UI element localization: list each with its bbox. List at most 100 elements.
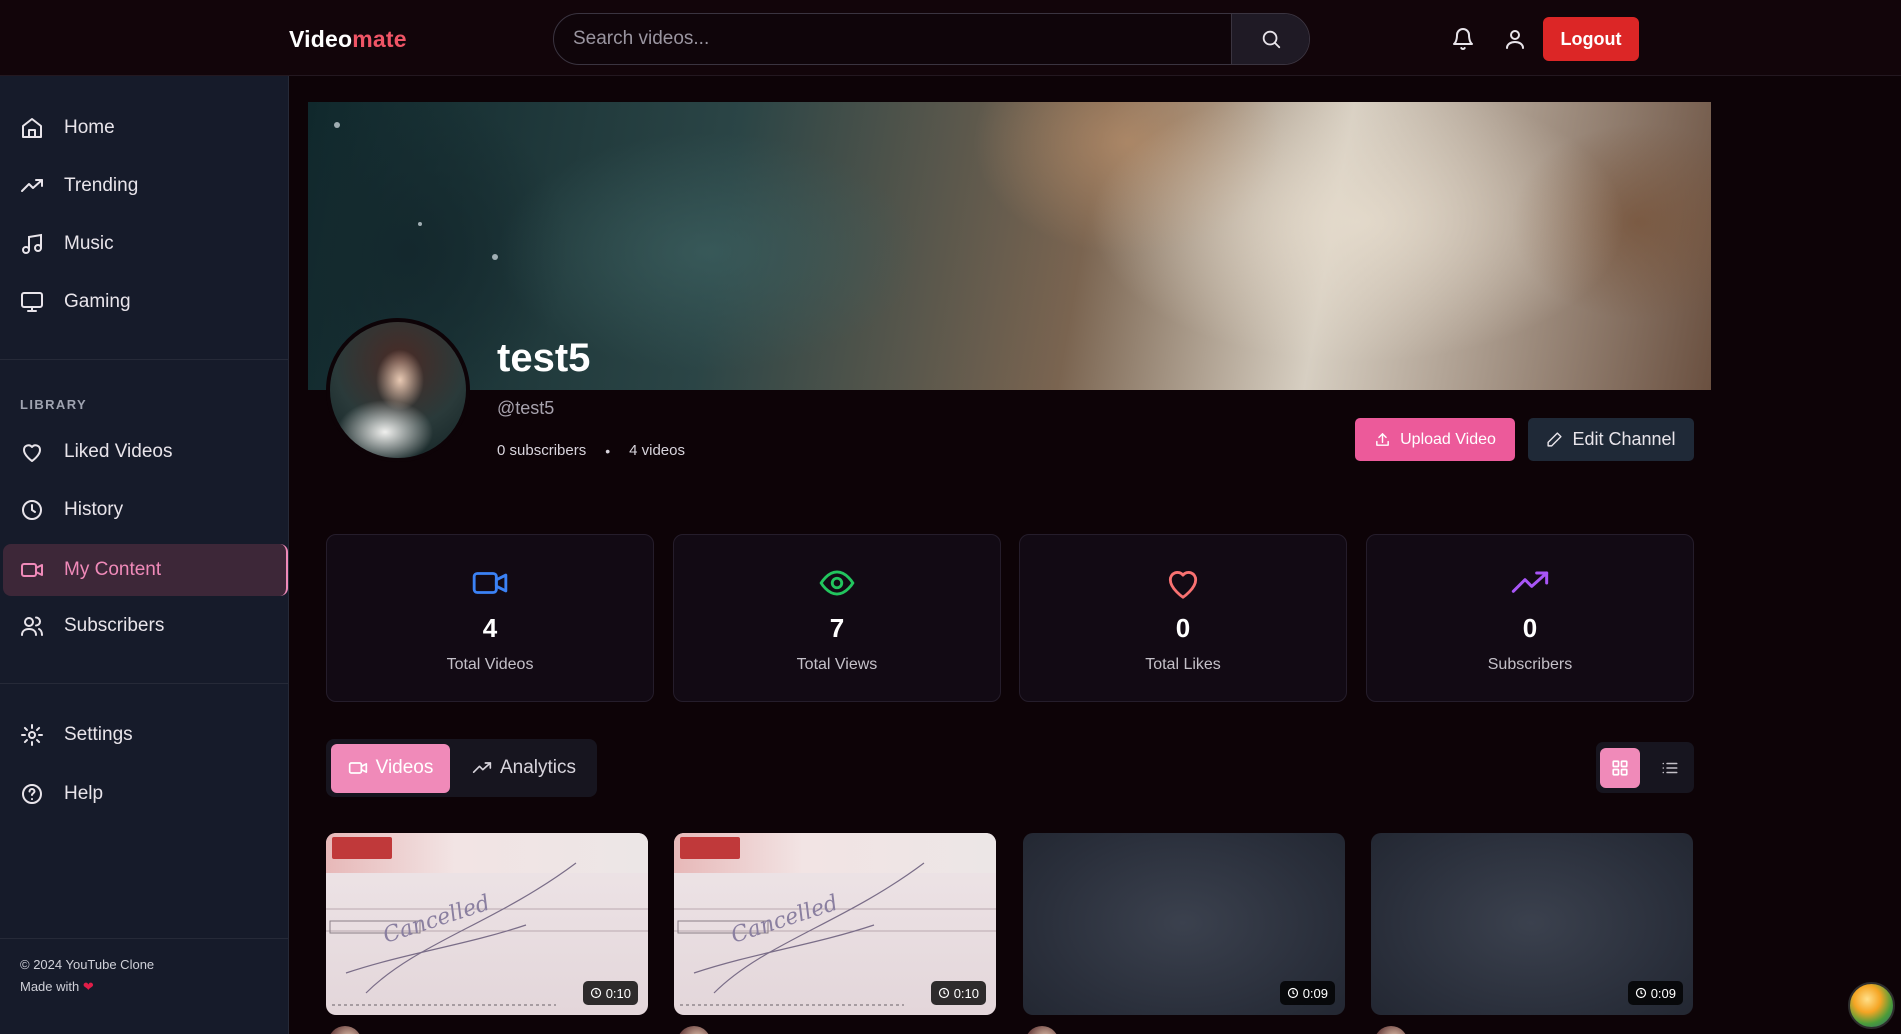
- video-card[interactable]: 0:09: [1023, 833, 1345, 1015]
- sidebar-item-home[interactable]: Home: [3, 102, 288, 154]
- sidebar-item-trending[interactable]: Trending: [3, 160, 288, 212]
- tab-videos[interactable]: Videos: [331, 743, 450, 793]
- users-icon: [20, 614, 44, 638]
- sidebar-item-label: History: [64, 499, 124, 520]
- sidebar-item-label: Subscribers: [64, 615, 165, 636]
- banner-sparkle: [418, 222, 422, 226]
- clock-icon: [1635, 987, 1646, 999]
- video-duration: 0:10: [605, 985, 631, 1001]
- stat-card-total-videos: 4 Total Videos: [326, 534, 654, 702]
- sidebar-item-gaming[interactable]: Gaming: [3, 276, 288, 328]
- sidebar-item-label: Liked Videos: [64, 441, 173, 462]
- sidebar-item-music[interactable]: Music: [3, 218, 288, 270]
- home-icon: [20, 116, 44, 140]
- sidebar-item-help[interactable]: Help: [3, 768, 288, 820]
- monitor-icon: [20, 290, 44, 314]
- search-button[interactable]: [1231, 14, 1309, 64]
- video-icon: [348, 762, 367, 774]
- logo-main-text: Video: [289, 26, 353, 52]
- logout-button[interactable]: Logout: [1543, 17, 1639, 61]
- video-duration-badge: 0:10: [582, 981, 638, 1005]
- video-duration-badge: 0:10: [930, 981, 986, 1005]
- notifications-button[interactable]: [1451, 27, 1475, 51]
- video-card[interactable]: 0:09: [1371, 833, 1693, 1015]
- video-duration-badge: 0:09: [1627, 981, 1683, 1005]
- footer-made-with-text: Made with: [20, 979, 80, 994]
- content-tabs: Videos Analytics: [326, 739, 597, 797]
- search-icon: [1262, 30, 1280, 49]
- heart-icon: [20, 440, 44, 464]
- upload-video-label: Upload Video: [1400, 430, 1496, 448]
- uploader-avatar[interactable]: [1025, 1026, 1059, 1034]
- search-input[interactable]: [554, 14, 1231, 64]
- list-view-button[interactable]: [1650, 748, 1690, 788]
- sidebar-item-settings[interactable]: Settings: [3, 709, 288, 761]
- stat-label: Total Views: [796, 656, 878, 673]
- sidebar-item-label: Trending: [64, 175, 139, 196]
- stat-value: 0: [1175, 613, 1191, 643]
- bell-icon: [1453, 28, 1473, 50]
- clock-icon: [20, 498, 44, 522]
- sidebar-divider: [0, 359, 288, 360]
- clock-icon: [590, 987, 601, 999]
- music-icon: [20, 232, 44, 256]
- heart-icon: [1163, 563, 1203, 603]
- sidebar-item-label: Help: [64, 783, 104, 804]
- upload-video-button[interactable]: Upload Video: [1355, 418, 1515, 461]
- tab-analytics[interactable]: Analytics: [456, 744, 592, 793]
- svg-text:Cancelled: Cancelled: [380, 891, 493, 949]
- sidebar: Home Trending Music Gaming LIBRARY Liked…: [0, 76, 289, 1034]
- sidebar-item-label: My Content: [64, 559, 162, 580]
- video-duration: 0:09: [1302, 985, 1328, 1001]
- sidebar-item-liked-videos[interactable]: Liked Videos: [3, 426, 288, 478]
- list-icon: [1662, 762, 1678, 773]
- floating-assistant-button[interactable]: [1848, 982, 1895, 1029]
- stat-card-total-likes: 0 Total Likes: [1019, 534, 1347, 702]
- uploader-avatar[interactable]: [1374, 1026, 1408, 1034]
- stat-card-subscribers: 0 Subscribers: [1366, 534, 1694, 702]
- trending-icon: [472, 762, 492, 773]
- video-duration: 0:09: [1650, 985, 1676, 1001]
- sidebar-item-subscribers[interactable]: Subscribers: [3, 600, 288, 652]
- video-duration: 0:10: [953, 985, 979, 1001]
- edit-channel-button[interactable]: Edit Channel: [1528, 418, 1694, 461]
- banner-sparkle: [492, 254, 498, 260]
- sidebar-divider: [0, 683, 288, 684]
- video-card[interactable]: Cancelled 0:10: [674, 833, 996, 1015]
- sidebar-item-label: Gaming: [64, 291, 131, 312]
- app-logo[interactable]: Videomate: [289, 26, 407, 53]
- clock-icon: [1287, 987, 1298, 999]
- stat-value: 7: [829, 613, 845, 643]
- sidebar-item-label: Settings: [64, 724, 133, 745]
- gear-icon: [20, 723, 44, 747]
- tab-label: Videos: [375, 757, 434, 778]
- subscriber-count: 0 subscribers: [497, 442, 587, 459]
- footer-copyright: © 2024 YouTube Clone: [20, 957, 155, 972]
- channel-meta: 0 subscribers • 4 videos: [497, 442, 685, 459]
- tab-label: Analytics: [499, 757, 577, 778]
- sidebar-item-label: Home: [64, 117, 115, 138]
- stat-label: Total Videos: [446, 656, 534, 673]
- video-count: 4 videos: [629, 442, 685, 459]
- separator-dot: •: [605, 442, 611, 459]
- sidebar-item-history[interactable]: History: [3, 484, 288, 536]
- video-card[interactable]: Cancelled 0:10: [326, 833, 648, 1015]
- grid-view-button[interactable]: [1600, 747, 1640, 788]
- user-icon: [1506, 30, 1524, 49]
- uploader-avatar[interactable]: [677, 1026, 711, 1034]
- view-mode-toggle: [1596, 742, 1694, 793]
- logo-accent-text: mate: [352, 26, 407, 52]
- stat-card-total-views: 7 Total Views: [673, 534, 1001, 702]
- sidebar-item-my-content[interactable]: My Content: [3, 544, 288, 596]
- library-section-title: LIBRARY: [20, 397, 88, 412]
- profile-button[interactable]: [1503, 27, 1527, 51]
- pencil-icon: [1547, 432, 1563, 447]
- eye-icon: [817, 563, 857, 603]
- upload-icon: [1376, 433, 1389, 446]
- help-icon: [20, 782, 44, 806]
- uploader-avatar[interactable]: [328, 1026, 362, 1034]
- channel-avatar[interactable]: [326, 318, 470, 462]
- video-duration-badge: 0:09: [1279, 981, 1335, 1005]
- trending-icon: [1510, 563, 1550, 603]
- channel-name: test5: [497, 336, 591, 380]
